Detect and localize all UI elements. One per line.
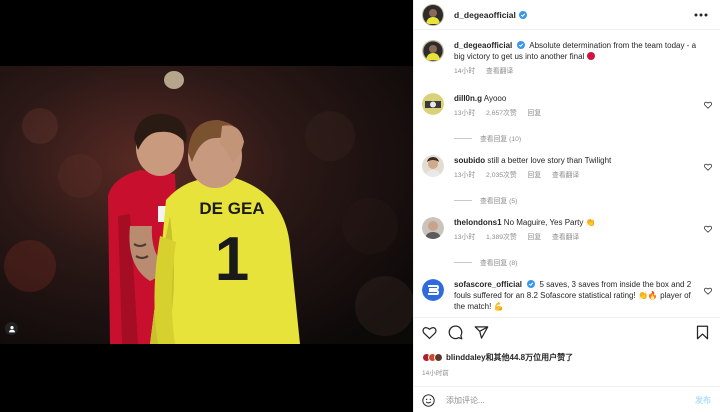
post-actions: blinddaley和其他44.8万位用户赞了 14小时前 发布 [414,317,720,412]
comment-translate-link[interactable]: 查看翻译 [552,234,579,241]
instagram-post-view: DE GEA 1 d_degeaofficial d_degeaofficial… [0,0,720,412]
comment-time: 13小时 [454,172,476,179]
commenter-avatar[interactable] [422,93,444,115]
tagged-users-button[interactable] [5,322,18,335]
caption-time: 14小时 [454,68,476,75]
comment-likes[interactable]: 2,035次赞 [486,172,517,179]
view-replies-link[interactable]: 查看回复 (8) [454,257,517,267]
likes-rest[interactable]: 和其他44.8万位用户赞了 [486,353,574,362]
comment-input[interactable] [446,396,666,405]
likes-summary[interactable]: blinddaley和其他44.8万位用户赞了 [422,352,573,363]
comment-time: 13小时 [454,110,476,117]
instagram-tag-icon [8,325,15,332]
caption-username[interactable]: d_degeaofficial [454,41,512,50]
replies-divider [454,199,472,201]
view-replies-label[interactable]: 查看回复 (8) [480,257,517,267]
view-replies-label[interactable]: 查看回复 (5) [480,195,517,205]
comment-item: thelondons1 No Maguire, Yes Party 👏 13小时… [422,217,712,243]
comment-username[interactable]: sofascore_official [454,280,522,289]
view-replies-link[interactable]: 查看回复 (5) [454,195,517,205]
verified-icon [517,41,526,49]
more-icon[interactable] [694,8,708,18]
heart-icon[interactable] [704,163,712,171]
author-avatar-small[interactable] [422,40,444,62]
commenter-avatar[interactable] [422,279,444,301]
comment-item: dill0n.g Ayooo 13小时 2,657次赞 回复 [422,93,712,119]
comment-reply-link[interactable]: 回复 [528,234,542,241]
comment-reply-link[interactable]: 回复 [528,172,542,179]
view-replies-label[interactable]: 查看回复 (10) [480,133,521,143]
comment-text: No Maguire, Yes Party 👏 [503,218,596,227]
comment-username[interactable]: soubido [454,156,485,165]
comment-item: sofascore_official 5 saves, 3 saves from… [422,279,712,312]
shirt-number: 1 [215,225,249,294]
post-photo: DE GEA 1 [0,66,413,344]
emoji-icon[interactable] [422,394,435,407]
comment-time: 13小时 [454,234,476,241]
heart-icon[interactable] [704,101,712,109]
comment-username[interactable]: dill0n.g [454,94,482,103]
post-header: d_degeaofficial [414,0,720,30]
post-comment-button[interactable]: 发布 [695,395,711,406]
caption-translate-link[interactable]: 查看翻译 [486,68,513,75]
heart-icon[interactable] [704,225,712,233]
replies-divider [454,137,472,139]
shirt-name: DE GEA [199,199,264,218]
comment-icon[interactable] [448,325,463,340]
photo-illustration: DE GEA 1 [0,66,413,344]
liker-avatar [434,353,443,362]
bookmark-icon[interactable] [696,325,709,340]
likes-user[interactable]: blinddaley [446,353,486,362]
verified-icon [527,280,536,288]
red-circle-emoji [586,52,595,60]
post-time: 14小时前 [422,370,449,377]
commenter-avatar[interactable] [422,155,444,177]
view-replies-link[interactable]: 查看回复 (10) [454,133,521,143]
comment-username[interactable]: thelondons1 [454,218,502,227]
post-side-panel: d_degeaofficial d_degeaofficial Absolute… [413,0,720,412]
comment-text: still a better love story than Twilight [487,156,612,165]
heart-icon[interactable] [422,325,437,340]
commenter-avatar[interactable] [422,217,444,239]
comments-list[interactable]: d_degeaofficial Absolute determination f… [414,30,720,316]
comment-likes[interactable]: 1,389次赞 [486,234,517,241]
author-avatar[interactable] [422,3,444,26]
verified-icon [518,10,527,19]
post-media[interactable]: DE GEA 1 [0,0,413,412]
comment-translate-link[interactable]: 查看翻译 [552,172,579,179]
action-icons [422,325,489,340]
comment-likes[interactable]: 2,657次赞 [486,110,517,117]
comment-composer: 发布 [414,386,720,412]
comment-text: Ayooo [483,94,507,103]
heart-icon[interactable] [704,287,712,295]
post-caption: d_degeaofficial Absolute determination f… [422,40,712,77]
comment-reply-link[interactable]: 回复 [528,110,542,117]
author-avatar-image [424,5,442,24]
comment-item: soubido still a better love story than T… [422,155,712,181]
replies-divider [454,261,472,263]
author-username[interactable]: d_degeaofficial [454,10,516,20]
share-icon[interactable] [474,325,489,340]
